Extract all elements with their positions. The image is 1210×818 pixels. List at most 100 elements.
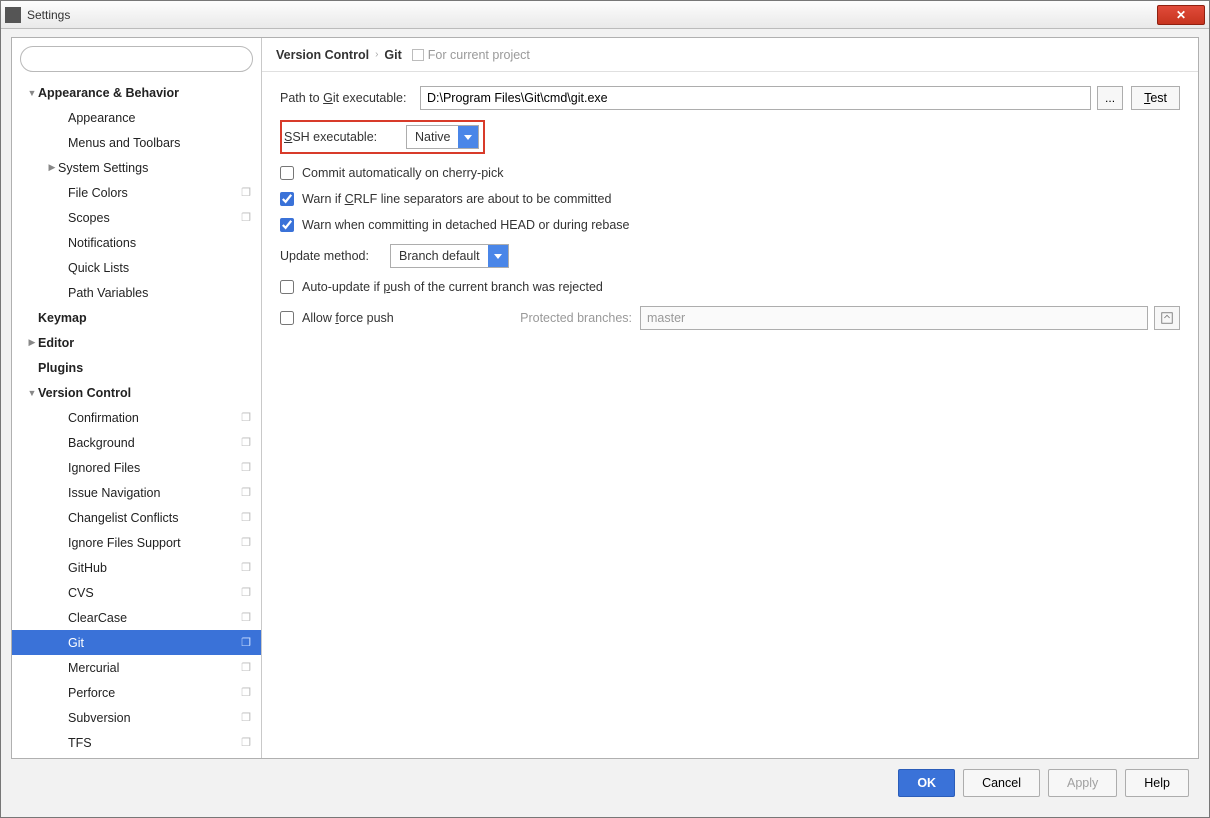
copy-icon: ❐	[239, 661, 253, 674]
sidebar-item-keymap[interactable]: Keymap	[12, 305, 261, 330]
sidebar-item-changelist-conflicts[interactable]: Changelist Conflicts❐	[12, 505, 261, 530]
sidebar-item-notifications[interactable]: Notifications	[12, 230, 261, 255]
sidebar-item-tfs[interactable]: TFS❐	[12, 730, 261, 755]
update-select[interactable]: Branch default	[390, 244, 509, 268]
sidebar-item-path-variables[interactable]: Path Variables	[12, 280, 261, 305]
force-push-label: Allow force push	[302, 311, 394, 325]
sidebar-item-label: Path Variables	[68, 286, 239, 300]
copy-icon: ❐	[239, 636, 253, 649]
sidebar-item-perforce[interactable]: Perforce❐	[12, 680, 261, 705]
titlebar: Settings ✕	[1, 1, 1209, 29]
protected-input[interactable]	[640, 306, 1148, 330]
main-panel: Version Control › Git For current projec…	[262, 38, 1198, 758]
sidebar-item-label: Background	[68, 436, 239, 450]
sidebar-item-label: Confirmation	[68, 411, 239, 425]
close-icon: ✕	[1176, 8, 1186, 22]
copy-icon: ❐	[239, 611, 253, 624]
breadcrumb: Version Control › Git For current projec…	[262, 38, 1198, 72]
auto-update-row: Auto-update if push of the current branc…	[280, 280, 1180, 294]
sidebar-item-ignored-files[interactable]: Ignored Files❐	[12, 455, 261, 480]
chevron-right-icon[interactable]	[26, 337, 38, 348]
sidebar-item-scopes[interactable]: Scopes❐	[12, 205, 261, 230]
inner-panel: Appearance & BehaviorAppearance Menus and…	[11, 37, 1199, 759]
copy-icon: ❐	[239, 586, 253, 599]
update-value: Branch default	[391, 249, 488, 263]
sidebar-item-appearance[interactable]: Appearance	[12, 105, 261, 130]
footer: OK Cancel Apply Help	[11, 759, 1199, 807]
sidebar-item-menus-and-toolbars[interactable]: Menus and Toolbars	[12, 130, 261, 155]
sidebar-item-plugins[interactable]: Plugins	[12, 355, 261, 380]
copy-icon: ❐	[239, 536, 253, 549]
sidebar-item-clearcase[interactable]: ClearCase❐	[12, 605, 261, 630]
copy-icon: ❐	[239, 211, 253, 224]
sidebar-item-label: CVS	[68, 586, 239, 600]
sidebar-item-label: Notifications	[68, 236, 239, 250]
force-push-row: Allow force push Protected branches:	[280, 306, 1180, 330]
help-button[interactable]: Help	[1125, 769, 1189, 797]
sidebar-item-label: Editor	[38, 336, 239, 350]
sidebar-item-confirmation[interactable]: Confirmation❐	[12, 405, 261, 430]
sidebar-item-version-control[interactable]: Version Control	[12, 380, 261, 405]
sidebar-item-subversion[interactable]: Subversion❐	[12, 705, 261, 730]
copy-icon: ❐	[239, 686, 253, 699]
detached-row: Warn when committing in detached HEAD or…	[280, 218, 1180, 232]
sidebar-item-label: Keymap	[38, 311, 239, 325]
crlf-label: Warn if CRLF line separators are about t…	[302, 192, 611, 206]
ssh-select[interactable]: Native	[406, 125, 479, 149]
sidebar-item-appearance-behavior[interactable]: Appearance & Behavior	[12, 80, 261, 105]
breadcrumb-root: Version Control	[276, 48, 369, 62]
sidebar-item-label: Issue Navigation	[68, 486, 239, 500]
detached-label: Warn when committing in detached HEAD or…	[302, 218, 629, 232]
sidebar-item-label: Quick Lists	[68, 261, 239, 275]
sidebar-item-ignore-files-support[interactable]: Ignore Files Support❐	[12, 530, 261, 555]
expand-button[interactable]	[1154, 306, 1180, 330]
auto-update-label: Auto-update if push of the current branc…	[302, 280, 603, 294]
sidebar-item-git[interactable]: Git❐	[12, 630, 261, 655]
crlf-checkbox[interactable]	[280, 192, 294, 206]
sidebar-item-github[interactable]: GitHub❐	[12, 555, 261, 580]
cherry-pick-checkbox[interactable]	[280, 166, 294, 180]
crlf-row: Warn if CRLF line separators are about t…	[280, 192, 1180, 206]
sidebar-item-label: Ignore Files Support	[68, 536, 239, 550]
sidebar: Appearance & BehaviorAppearance Menus and…	[12, 38, 262, 758]
dropdown-icon	[488, 245, 508, 267]
sidebar-item-label: File Colors	[68, 186, 239, 200]
sidebar-item-file-colors[interactable]: File Colors❐	[12, 180, 261, 205]
content: Path to Git executable: ... Test SSH exe…	[262, 72, 1198, 758]
sidebar-item-editor[interactable]: Editor	[12, 330, 261, 355]
sidebar-item-label: TFS	[68, 736, 239, 750]
sidebar-item-mercurial[interactable]: Mercurial❐	[12, 655, 261, 680]
cancel-button[interactable]: Cancel	[963, 769, 1040, 797]
sidebar-item-label: Git	[68, 636, 239, 650]
copy-icon: ❐	[239, 186, 253, 199]
browse-button[interactable]: ...	[1097, 86, 1123, 110]
sidebar-item-label: Version Control	[38, 386, 239, 400]
chevron-down-icon[interactable]	[26, 88, 38, 98]
copy-icon: ❐	[239, 411, 253, 424]
breadcrumb-leaf: Git	[384, 48, 401, 62]
copy-icon: ❐	[239, 486, 253, 499]
sidebar-item-background[interactable]: Background❐	[12, 430, 261, 455]
detached-checkbox[interactable]	[280, 218, 294, 232]
auto-update-checkbox[interactable]	[280, 280, 294, 294]
sidebar-item-label: Menus and Toolbars	[68, 136, 239, 150]
sidebar-item-label: Plugins	[38, 361, 239, 375]
close-button[interactable]: ✕	[1157, 5, 1205, 25]
ok-button[interactable]: OK	[898, 769, 955, 797]
apply-button[interactable]: Apply	[1048, 769, 1117, 797]
search-input[interactable]	[20, 46, 253, 72]
chevron-down-icon[interactable]	[26, 388, 38, 398]
git-path-input[interactable]	[420, 86, 1091, 110]
sidebar-item-cvs[interactable]: CVS❐	[12, 580, 261, 605]
chevron-right-icon[interactable]	[46, 162, 58, 173]
sidebar-item-issue-navigation[interactable]: Issue Navigation❐	[12, 480, 261, 505]
sidebar-item-system-settings[interactable]: System Settings	[12, 155, 261, 180]
test-button[interactable]: Test	[1131, 86, 1180, 110]
force-push-checkbox[interactable]	[280, 311, 294, 325]
sidebar-item-quick-lists[interactable]: Quick Lists	[12, 255, 261, 280]
settings-tree[interactable]: Appearance & BehaviorAppearance Menus and…	[12, 80, 261, 758]
protected-label: Protected branches:	[510, 311, 640, 325]
sidebar-item-label: ClearCase	[68, 611, 239, 625]
copy-icon: ❐	[239, 561, 253, 574]
sidebar-item-label: Perforce	[68, 686, 239, 700]
